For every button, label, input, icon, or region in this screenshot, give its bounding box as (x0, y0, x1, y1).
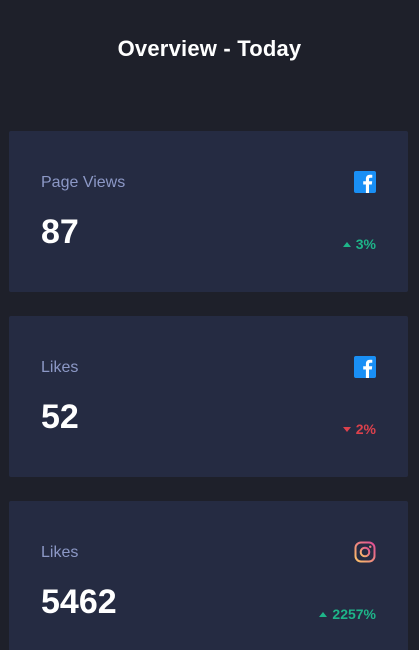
stat-card-likes-facebook: Likes 52 2% (9, 316, 408, 477)
stat-card-page-views: Page Views 87 3% (9, 131, 408, 292)
card-label: Likes (41, 359, 79, 376)
arrow-up-icon (319, 611, 328, 617)
arrow-up-icon (342, 241, 351, 247)
card-value: 87 (41, 213, 79, 251)
instagram-icon (354, 541, 376, 563)
change-indicator: 2% (342, 421, 376, 437)
overview-page: Overview - Today Page Views 87 3% Likes … (0, 0, 419, 650)
arrow-down-icon (342, 426, 351, 432)
facebook-icon (354, 171, 376, 193)
card-value: 5462 (41, 583, 117, 621)
change-percent: 3% (355, 236, 376, 252)
change-indicator: 2257% (319, 606, 376, 622)
change-percent: 2% (355, 421, 376, 437)
facebook-icon (354, 356, 376, 378)
card-label: Likes (41, 544, 79, 561)
change-indicator: 3% (342, 236, 376, 252)
card-label: Page Views (41, 174, 126, 191)
change-percent: 2257% (332, 606, 376, 622)
stat-card-likes-instagram: Likes 5462 2257% (9, 501, 408, 650)
card-value: 52 (41, 398, 79, 436)
page-title: Overview - Today (117, 36, 302, 61)
